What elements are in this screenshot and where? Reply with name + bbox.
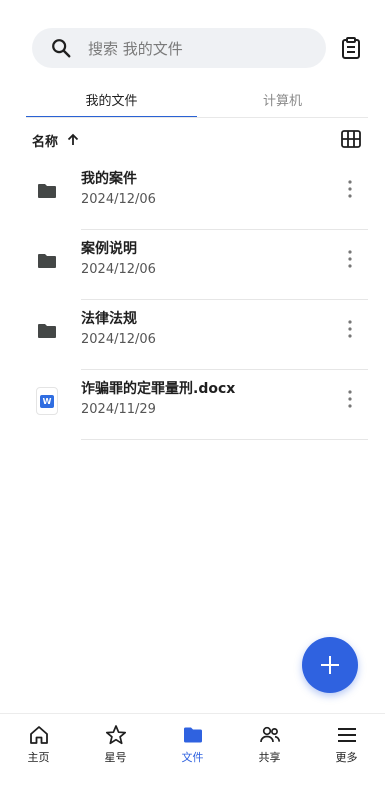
nav-label: 共享 — [258, 751, 281, 764]
word-document-icon: W — [36, 387, 58, 415]
people-icon — [259, 726, 280, 743]
nav-label: 更多 — [335, 751, 358, 764]
row-divider — [81, 439, 368, 440]
sort-row: 名称 — [32, 128, 362, 152]
tab-computers[interactable]: 计算机 — [197, 80, 368, 118]
sort-by-name-button[interactable]: 名称 — [32, 131, 58, 150]
file-name: 我的案件 — [81, 171, 137, 187]
list-item[interactable]: W 诈骗罪的定罪量刑.docx 2024/11/29 — [0, 370, 385, 440]
add-button[interactable] — [302, 637, 358, 693]
star-icon — [105, 725, 126, 745]
menu-icon — [337, 728, 356, 742]
more-options-icon[interactable] — [342, 176, 358, 202]
list-item[interactable]: 法律法规 2024/12/06 — [0, 300, 385, 370]
nav-files[interactable]: 文件 — [154, 714, 231, 766]
tab-my-files[interactable]: 我的文件 — [26, 80, 197, 118]
folder-icon — [36, 250, 58, 272]
file-date: 2024/11/29 — [81, 402, 156, 417]
bottom-nav: 主页 星号 文件 共享 更多 — [0, 713, 385, 766]
nav-more[interactable]: 更多 — [308, 714, 385, 766]
nav-label: 文件 — [181, 751, 204, 764]
search-bar[interactable]: 搜索 我的文件 — [32, 28, 326, 68]
folder-icon — [183, 727, 202, 743]
plus-icon — [321, 656, 339, 674]
more-options-icon[interactable] — [342, 246, 358, 272]
word-badge-letter: W — [40, 394, 54, 408]
nav-label: 星号 — [104, 751, 127, 764]
nav-starred[interactable]: 星号 — [77, 714, 154, 766]
files-screen: 搜索 我的文件 我的文件 计算机 名称 我的案件 2024/12/06 案例说明… — [0, 0, 385, 796]
file-name: 诈骗罪的定罪量刑.docx — [81, 381, 236, 397]
search-placeholder: 搜索 我的文件 — [88, 39, 183, 58]
more-options-icon[interactable] — [342, 386, 358, 412]
list-item[interactable]: 案例说明 2024/12/06 — [0, 230, 385, 300]
tab-label: 我的文件 — [85, 93, 138, 109]
search-icon — [52, 39, 71, 58]
clipboard-icon — [342, 37, 360, 59]
file-list: 我的案件 2024/12/06 案例说明 2024/12/06 法律法规 202… — [0, 160, 385, 440]
file-date: 2024/12/06 — [81, 192, 156, 207]
file-name: 法律法规 — [81, 311, 137, 327]
more-options-icon[interactable] — [342, 316, 358, 342]
grid-view-icon[interactable] — [340, 128, 362, 150]
nav-label: 主页 — [27, 751, 50, 764]
tab-label: 计算机 — [262, 93, 302, 109]
file-date: 2024/12/06 — [81, 262, 156, 277]
list-item[interactable]: 我的案件 2024/12/06 — [0, 160, 385, 230]
folder-icon — [36, 320, 58, 342]
file-date: 2024/12/06 — [81, 332, 156, 347]
file-name: 案例说明 — [81, 241, 137, 257]
nav-home[interactable]: 主页 — [0, 714, 77, 766]
clipboard-button[interactable] — [338, 35, 364, 61]
tabs-divider — [26, 117, 368, 118]
tab-bar: 我的文件 计算机 — [26, 80, 368, 118]
folder-icon — [36, 180, 58, 202]
nav-shared[interactable]: 共享 — [231, 714, 308, 766]
arrow-up-icon[interactable] — [66, 133, 80, 147]
home-icon — [29, 726, 48, 744]
